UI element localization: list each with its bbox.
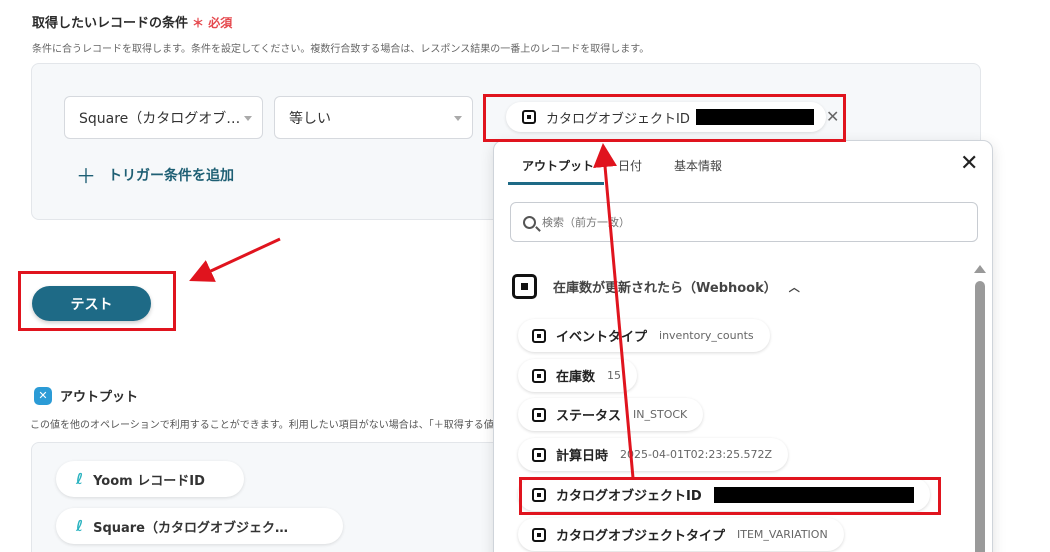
arrow-to-value-chip	[593, 143, 635, 479]
annotation-arrows	[189, 143, 635, 479]
arrow-to-test-button	[189, 237, 281, 282]
